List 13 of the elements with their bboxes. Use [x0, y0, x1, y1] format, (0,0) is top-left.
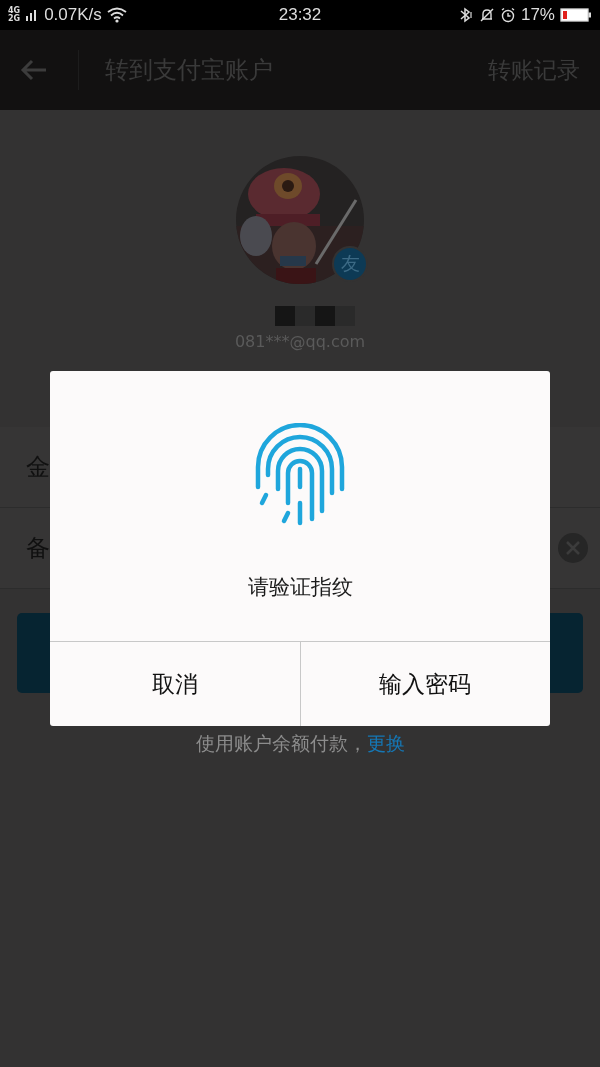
back-arrow-icon — [20, 58, 48, 82]
muted-bell-icon — [478, 7, 495, 23]
wifi-icon — [106, 7, 127, 23]
network-type-label: 4G 2G — [8, 7, 21, 23]
battery-percentage: 17% — [520, 5, 555, 25]
network-speed: 0.07K/s — [44, 5, 102, 25]
alarm-icon — [499, 7, 516, 23]
battery-icon — [560, 7, 592, 23]
dialog-message: 请验证指纹 — [247, 574, 353, 601]
dialog-button[interactable]: 输入密码 — [299, 642, 550, 726]
dialog-button[interactable]: 取消 — [50, 642, 300, 726]
clock: 23:32 — [278, 5, 322, 25]
payment-method-note: 使用账户余额付款，更换 — [195, 731, 405, 756]
